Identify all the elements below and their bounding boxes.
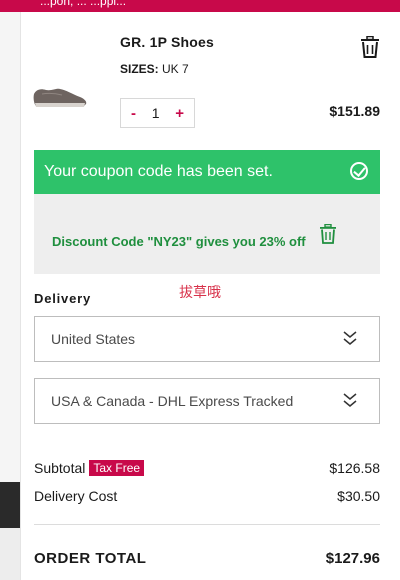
overlay-dark-segment [0,482,20,528]
country-select-value: United States [51,331,136,347]
tax-free-badge: Tax Free [89,460,145,476]
sizes-value: UK 7 [162,62,189,76]
promo-banner: ...pon, ... ...ppi... [0,0,400,12]
delivery-heading: Delivery [34,291,91,306]
order-total-label: ORDER TOTAL [34,550,147,567]
quantity-value[interactable]: 1 [152,105,160,121]
coupon-success-message: Your coupon code has been set. [44,163,273,180]
subtotal-row: Subtotal Tax Free $126.58 [34,460,380,476]
shoe-image [33,88,87,107]
promo-banner-text: ...pon, ... ...ppi... [40,0,127,8]
chevron-down-icon [343,393,357,407]
country-select[interactable]: United States [34,316,380,362]
background-overlay [0,0,20,580]
discount-info-box: Discount Code "NY23" gives you 23% off [34,194,380,274]
order-total-row: ORDER TOTAL $127.96 [34,550,380,567]
overlay-segment [0,528,20,580]
item-price: $151.89 [329,103,380,119]
annotation-text: 拔草哦 [179,284,221,300]
coupon-success-alert: Your coupon code has been set. [34,150,380,194]
subtotal-label: Subtotal [34,460,86,476]
product-name[interactable]: GR. 1P Shoes [120,34,214,50]
delivery-cost-label: Delivery Cost [34,488,118,504]
shipping-method-value: USA & Canada - DHL Express Tracked [51,393,294,409]
delivery-cost-row: Delivery Cost $30.50 [34,488,380,504]
check-circle-icon [350,162,368,180]
trash-icon[interactable] [360,36,380,58]
delivery-cost-value: $30.50 [337,488,380,504]
subtotal-value: $126.58 [329,460,380,476]
sizes-label: SIZES: [120,62,159,76]
overlay-segment [0,12,20,482]
remove-coupon-trash-icon[interactable] [319,224,337,244]
product-size: SIZES: UK 7 [120,62,189,76]
shipping-method-select[interactable]: USA & Canada - DHL Express Tracked [34,378,380,424]
discount-code-text: Discount Code "NY23" gives you 23% off [52,234,306,249]
decrease-quantity-button[interactable]: - [131,105,136,122]
chevron-down-icon [343,331,357,345]
divider [34,524,380,525]
order-total-value: $127.96 [325,550,380,567]
increase-quantity-button[interactable]: + [175,105,184,122]
quantity-stepper: - 1 + [120,98,195,128]
